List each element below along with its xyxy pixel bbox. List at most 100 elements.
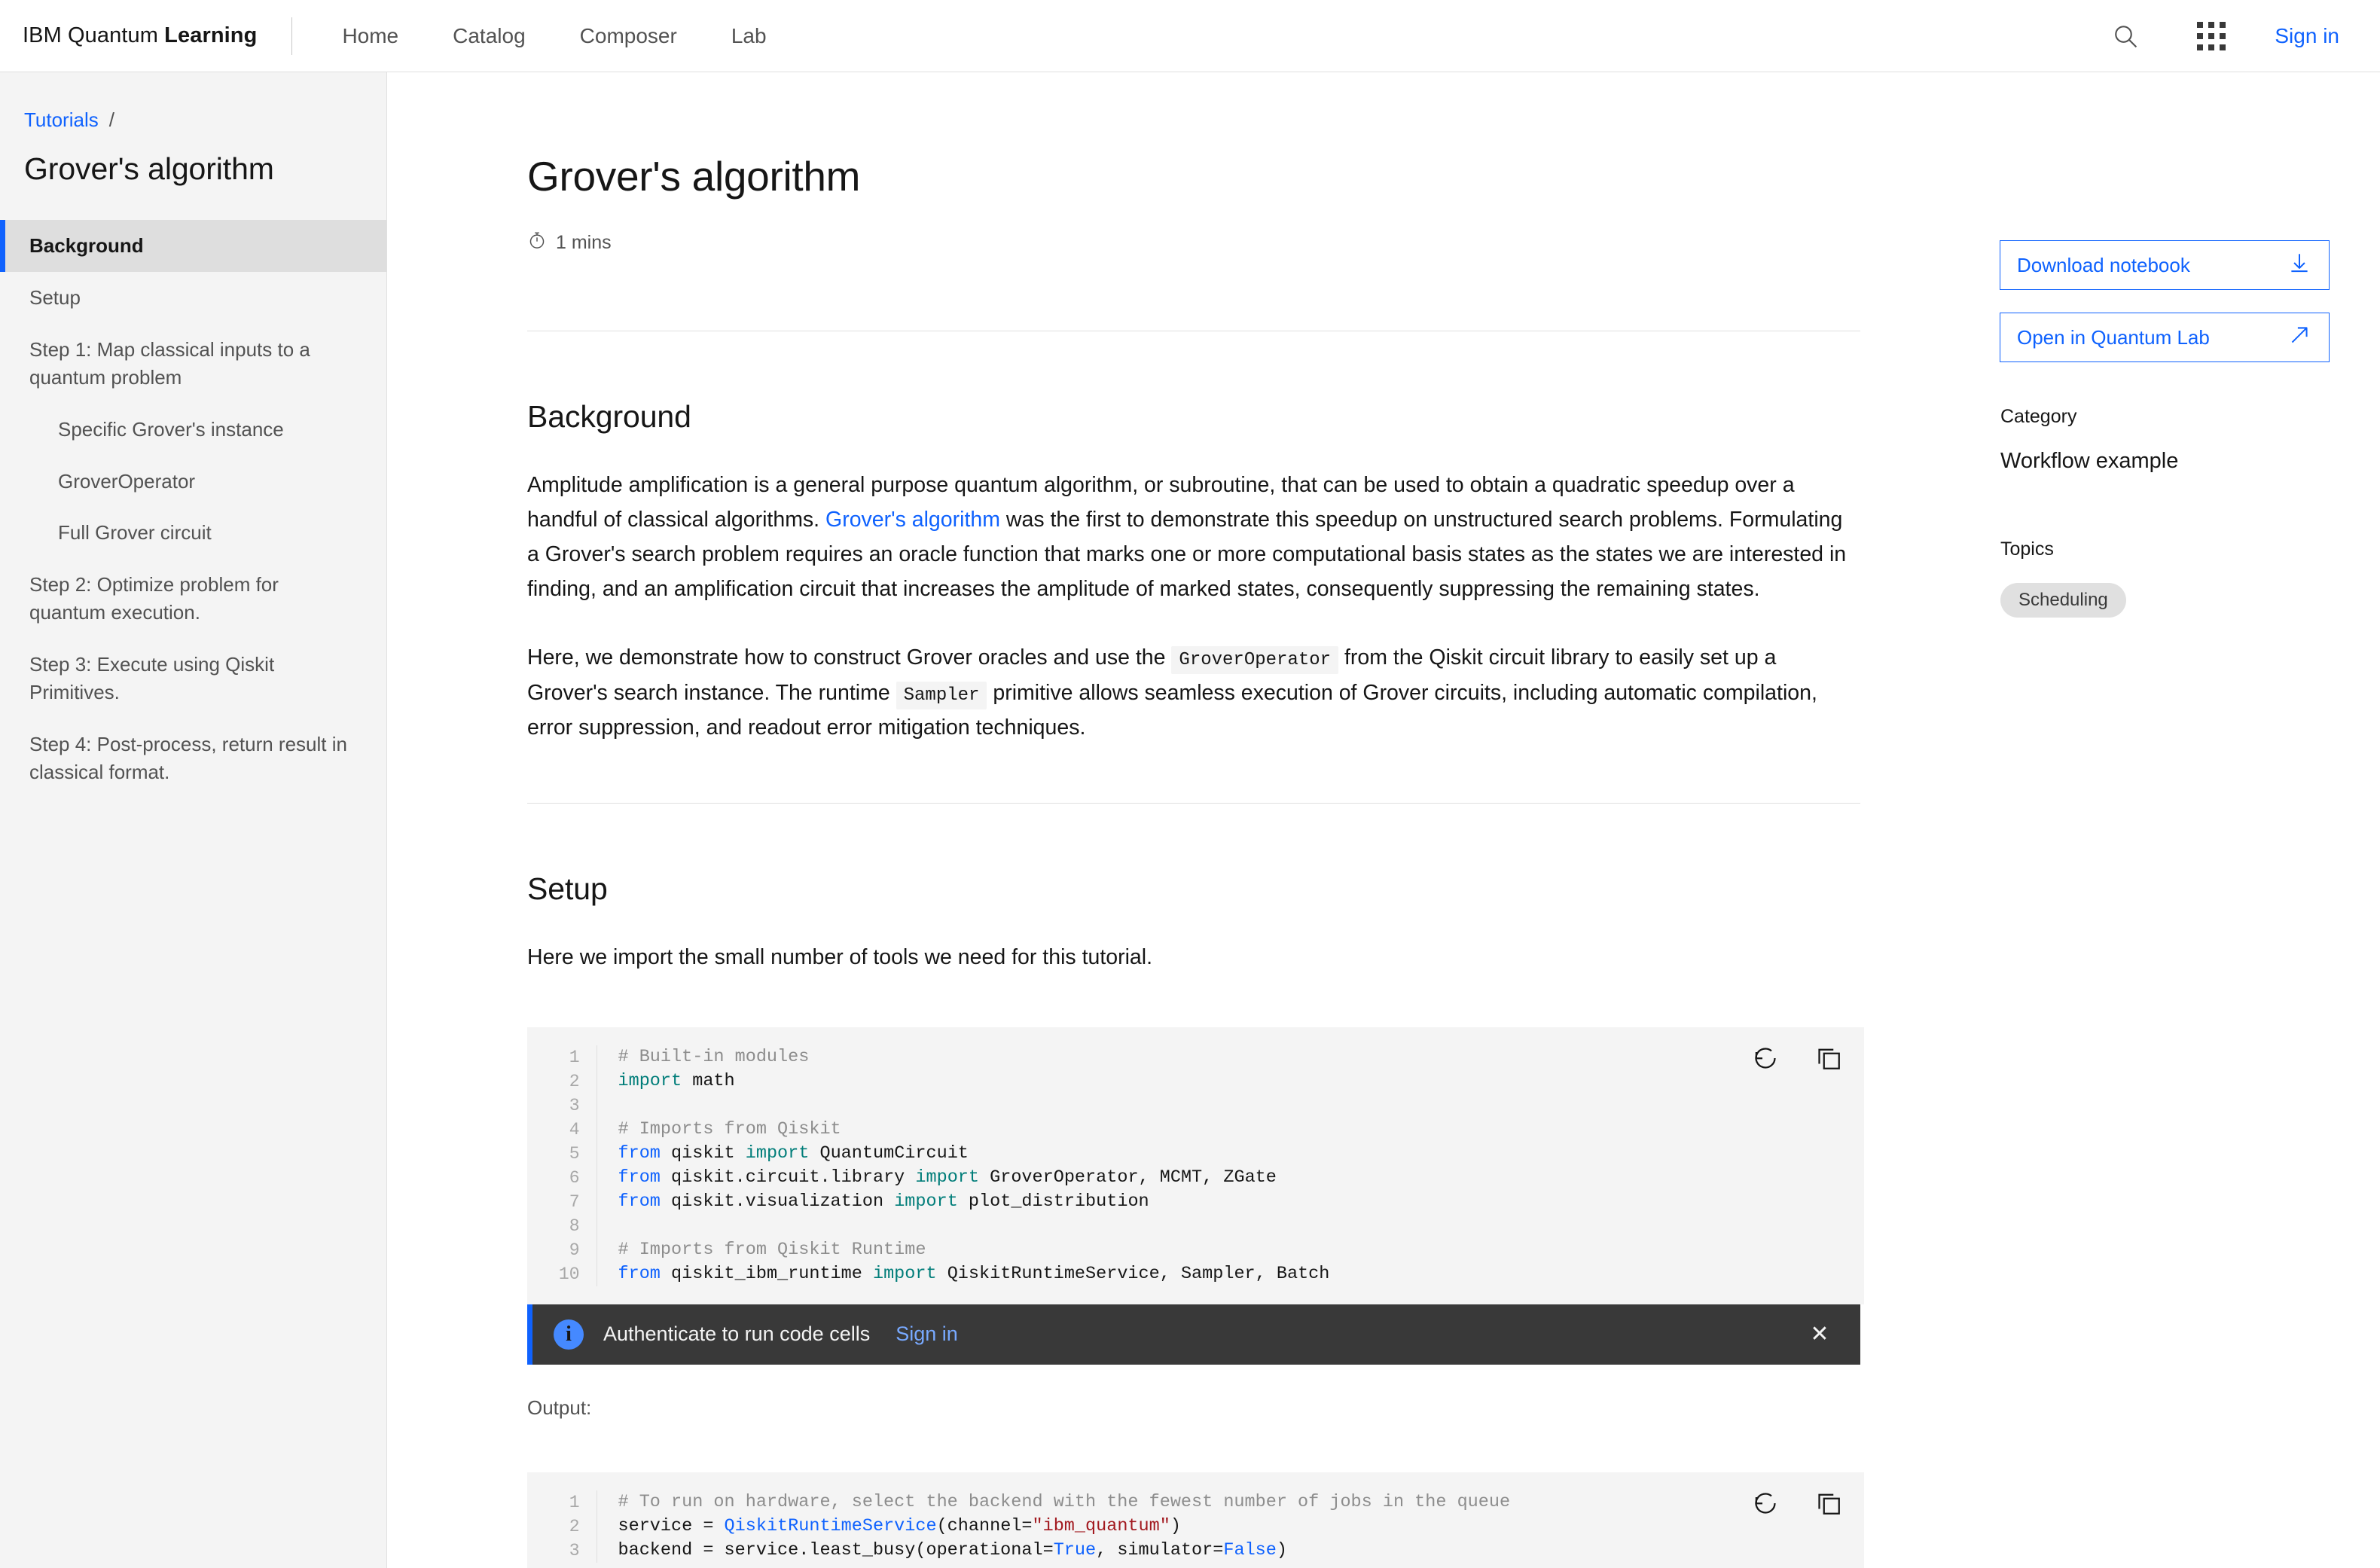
code-lines-2: 1 # To run on hardware, select the backen… (527, 1490, 1864, 1563)
download-notebook-button[interactable]: Download notebook (2000, 240, 2330, 290)
code-line-number: 10 (527, 1261, 597, 1286)
setup-paragraph-1: Here we import the small number of tools… (527, 944, 1153, 969)
sidebar-item-background[interactable]: Background (0, 220, 386, 272)
code-token: ) (1170, 1515, 1181, 1536)
main-content: Grover's algorithm 1 mins Background Amp… (388, 73, 2380, 1568)
code-line-source[interactable]: from qiskit_ibm_runtime import QiskitRun… (597, 1262, 1864, 1286)
code-token: GroverOperator, MCMT, ZGate (979, 1167, 1277, 1188)
read-time: 1 mins (527, 230, 1864, 255)
code-token: False (1223, 1539, 1277, 1560)
code-lines-1: 1 # Built-in modules 2 import math 3 4 # Impo… (527, 1045, 1864, 1286)
nav-item-composer[interactable]: Composer (553, 1, 704, 72)
code-token: # To run on hardware, select the backend… (618, 1491, 1511, 1512)
code-token: from (618, 1167, 661, 1188)
code-line-source[interactable]: from qiskit.visualization import plot_di… (597, 1190, 1864, 1214)
code-line: 2 import math (527, 1069, 1864, 1094)
code-token: plot_distribution (957, 1191, 1149, 1212)
nav-item-catalog[interactable]: Catalog (426, 1, 553, 72)
code-line-number: 3 (527, 1538, 597, 1563)
restart-icon[interactable] (1748, 1486, 1783, 1521)
sidebar-item-step-3[interactable]: Step 3: Execute using Qiskit Primitives. (0, 639, 386, 718)
app-header: IBM Quantum Learning Home Catalog Compos… (0, 0, 2380, 72)
code-line-source[interactable]: from qiskit import QuantumCircuit (597, 1142, 1864, 1166)
code-token: math (682, 1070, 735, 1091)
code-line-source[interactable]: # Imports from Qiskit (597, 1118, 1864, 1142)
category-label: Category (2000, 406, 2077, 427)
section-heading-background: Background (527, 399, 691, 434)
code-token: True (1053, 1539, 1097, 1560)
code-surface-1: 1 # Built-in modules 2 import math 3 4 # Impo… (527, 1027, 1864, 1304)
code-line-source[interactable]: import math (597, 1069, 1864, 1094)
code-line: 3 backend = service.least_busy(operationa… (527, 1538, 1864, 1563)
code-token: # Built-in modules (618, 1046, 810, 1067)
code-line-source[interactable]: backend = service.least_busy(operational… (597, 1539, 1864, 1563)
external-link-icon (2287, 322, 2312, 353)
authenticate-banner: i Authenticate to run code cells Sign in… (527, 1304, 1860, 1365)
sidebar-item-full-grover-circuit[interactable]: Full Grover circuit (0, 507, 386, 559)
code-line-source[interactable]: from qiskit.circuit.library import Grove… (597, 1166, 1864, 1190)
code-token: import (872, 1263, 937, 1284)
sidebar-item-setup[interactable]: Setup (0, 272, 386, 324)
nav-item-lab[interactable]: Lab (704, 1, 794, 72)
brand-logo[interactable]: IBM Quantum Learning (0, 23, 257, 48)
banner-signin-link[interactable]: Sign in (896, 1322, 958, 1346)
restart-icon[interactable] (1748, 1041, 1783, 1075)
nav-item-home[interactable]: Home (315, 1, 426, 72)
sidebar-item-step-1[interactable]: Step 1: Map classical inputs to a quantu… (0, 324, 386, 404)
open-in-quantum-lab-label: Open in Quantum Lab (2017, 325, 2210, 349)
code-line-source[interactable] (597, 1094, 1864, 1118)
code-line: 1 # To run on hardware, select the backen… (527, 1490, 1864, 1515)
code-line-number: 3 (527, 1093, 597, 1118)
header-divider (291, 17, 293, 55)
code-token: qiskit_ibm_runtime (660, 1263, 873, 1284)
code-line-number: 7 (527, 1189, 597, 1214)
section-heading-setup: Setup (527, 871, 608, 906)
code-token: from (618, 1191, 661, 1212)
sidebar-item-groveroperator[interactable]: GroverOperator (0, 456, 386, 508)
code-line-number: 1 (527, 1045, 597, 1069)
copy-icon[interactable] (1811, 1041, 1846, 1075)
code-line: 10 from qiskit_ibm_runtime import QiskitR… (527, 1261, 1864, 1286)
close-icon[interactable]: ✕ (1803, 1318, 1836, 1351)
code-line-source[interactable] (597, 1214, 1864, 1238)
code-token: QiskitRuntimeService (724, 1515, 937, 1536)
code-line-source[interactable]: # Built-in modules (597, 1045, 1864, 1069)
code-line-source[interactable]: service = QiskitRuntimeService(channel="… (597, 1515, 1864, 1539)
sidebar-item-specific-grovers-instance[interactable]: Specific Grover's instance (0, 404, 386, 456)
code-token: # Imports from Qiskit (618, 1118, 841, 1139)
open-in-quantum-lab-button[interactable]: Open in Quantum Lab (2000, 313, 2330, 362)
copy-icon[interactable] (1811, 1486, 1846, 1521)
code-line: 5 from qiskit import QuantumCircuit (527, 1141, 1864, 1166)
code-token: backend = service.least_busy(operational… (618, 1539, 1054, 1560)
sidebar-item-step-4[interactable]: Step 4: Post-process, return result in c… (0, 718, 386, 798)
code-token: service = (618, 1515, 725, 1536)
code-cell-1: 1 # Built-in modules 2 import math 3 4 # Impo… (527, 1027, 1864, 1365)
code-token: "ibm_quantum" (1032, 1515, 1170, 1536)
app-switcher-icon[interactable] (2175, 1, 2247, 72)
topic-tag-scheduling[interactable]: Scheduling (2000, 583, 2126, 618)
category-value: Workflow example (2000, 449, 2179, 473)
breadcrumb-link-tutorials[interactable]: Tutorials (24, 108, 99, 131)
code-line: 2 service = QiskitRuntimeService(channel=… (527, 1514, 1864, 1539)
code-surface-2: 1 # To run on hardware, select the backen… (527, 1472, 1864, 1568)
code-toolbar-2 (1748, 1486, 1846, 1521)
code-toolbar-1 (1748, 1041, 1846, 1075)
timer-icon (527, 230, 547, 255)
code-token: qiskit (660, 1142, 746, 1164)
code-token: qiskit.circuit.library (660, 1167, 916, 1188)
code-line-source[interactable]: # Imports from Qiskit Runtime (597, 1238, 1864, 1262)
grovers-algorithm-link[interactable]: Grover's algorithm (825, 508, 1000, 532)
output-label: Output: (527, 1396, 592, 1419)
code-line-number: 5 (527, 1141, 597, 1166)
download-notebook-label: Download notebook (2017, 253, 2190, 276)
search-icon[interactable] (2089, 1, 2162, 72)
signin-link[interactable]: Sign in (2261, 24, 2353, 48)
code-table-2: 1 # To run on hardware, select the backen… (527, 1490, 1864, 1563)
code-line: 3 (527, 1093, 1864, 1118)
sidebar-item-step-2[interactable]: Step 2: Optimize problem for quantum exe… (0, 559, 386, 639)
code-line-source[interactable]: # To run on hardware, select the backend… (597, 1490, 1864, 1515)
left-sidebar: Tutorials / Grover's algorithm Background… (0, 72, 387, 1568)
breadcrumb: Tutorials / (0, 72, 386, 132)
brand-bold: Learning (164, 23, 258, 47)
info-icon: i (554, 1319, 584, 1350)
